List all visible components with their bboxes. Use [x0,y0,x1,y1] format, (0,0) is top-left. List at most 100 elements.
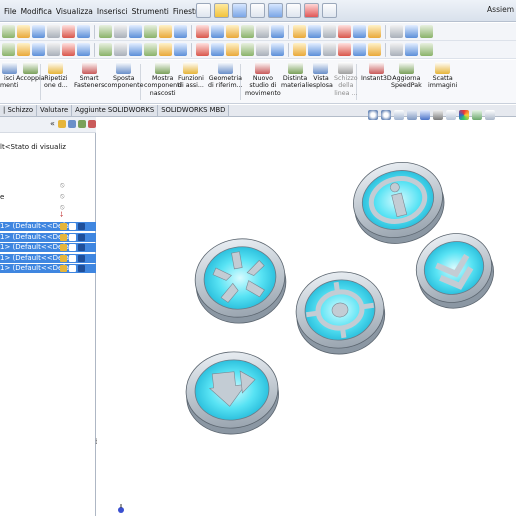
sum-icon[interactable] [32,25,45,38]
command-tab[interactable]: | Schizzo [0,105,37,116]
axis-icon[interactable] [226,43,239,56]
command-button[interactable]: Instant3D [361,62,392,82]
face-icon[interactable] [32,43,45,56]
section-view-icon[interactable] [407,110,417,120]
measure-icon[interactable] [114,25,127,38]
component-fix-icon[interactable] [69,223,76,230]
axis-icon[interactable] [390,43,403,56]
point-icon[interactable] [241,43,254,56]
menu-item[interactable]: Strumenti [130,7,171,16]
curve-icon[interactable] [353,43,366,56]
component-state-icon[interactable] [60,244,67,251]
tree-component-row[interactable]: 1> (Default<<Defa [0,222,96,231]
plane-icon[interactable] [211,43,224,56]
collapse-panel-button[interactable]: « [50,119,55,128]
component-state-icon[interactable] [60,265,67,272]
shell-icon[interactable] [129,43,142,56]
zoom-to-fit-icon[interactable] [368,110,378,120]
select-cursor-icon[interactable] [286,3,301,18]
component-link-icon[interactable] [78,233,85,241]
new-document-icon[interactable] [196,3,211,18]
property-tab-icon[interactable] [68,120,76,128]
config-tab-icon[interactable] [78,120,86,128]
component-fix-icon[interactable] [69,254,76,262]
grid-icon[interactable] [2,43,15,56]
move-icon[interactable] [308,25,321,38]
component-state-icon[interactable] [60,254,67,262]
hide-show-icon[interactable] [446,110,456,120]
eye-icon[interactable]: ⦸ [60,181,65,190]
command-button[interactable]: Schizzo della linea ... [334,62,358,97]
previous-view-icon[interactable] [394,110,404,120]
tree-component-row[interactable]: 1> (Default<<Defa [0,243,96,252]
appearance-icon[interactable] [459,110,469,120]
command-button[interactable]: Mostra componenti nascosti [144,62,181,97]
axis-icon[interactable] [62,43,75,56]
point-icon[interactable] [77,43,90,56]
graphics-area[interactable] [96,120,516,516]
menu-item[interactable]: Inserisci [95,7,130,16]
select-icon[interactable] [226,25,239,38]
component-link-icon[interactable] [78,254,85,262]
feature-tree-tab-icon[interactable] [58,120,66,128]
select-icon[interactable] [62,25,75,38]
dimension-icon[interactable] [353,25,366,38]
sum-icon[interactable] [368,25,381,38]
select-icon[interactable] [390,25,403,38]
origin-icon[interactable]: ⸸ [60,211,63,220]
curve-icon[interactable] [17,43,30,56]
command-tab[interactable]: Valutare [37,105,73,116]
pattern-icon[interactable] [144,43,157,56]
component-link-icon[interactable] [78,244,85,251]
hole-icon[interactable] [420,43,433,56]
rebuild-icon[interactable] [256,25,269,38]
move-icon[interactable] [144,25,157,38]
mate-icon[interactable] [129,25,142,38]
component-link-icon[interactable] [78,223,85,230]
options-icon[interactable] [322,3,337,18]
face-icon[interactable] [368,43,381,56]
view-settings-icon[interactable] [485,110,495,120]
tree-component-row[interactable]: 1> (Default<<Defa [0,253,96,263]
sum-icon[interactable] [196,25,209,38]
coin-info[interactable] [345,153,452,252]
grid-icon[interactable] [338,43,351,56]
component-fix-icon[interactable] [69,233,76,241]
save-icon[interactable] [232,3,247,18]
command-button[interactable]: Accoppia [16,62,45,82]
pattern-icon[interactable] [308,43,321,56]
fillet-icon[interactable] [99,43,112,56]
tree-component-row[interactable]: 1> (Default<<Defa [0,264,96,273]
box-icon[interactable] [77,25,90,38]
open-folder-icon[interactable] [214,3,229,18]
component-state-icon[interactable] [60,223,67,230]
display-tab-icon[interactable] [88,120,96,128]
component-fix-icon[interactable] [69,265,76,272]
warning-icon[interactable] [47,25,60,38]
palette-icon[interactable] [99,25,112,38]
menu-item[interactable]: Visualizza [54,7,95,16]
point-icon[interactable] [405,43,418,56]
tree-component-row[interactable]: 1> (Default<<Defa [0,232,96,242]
menu-item[interactable]: File [2,7,19,16]
coin-converge[interactable] [189,232,292,330]
component-state-icon[interactable] [60,233,67,241]
display-style-icon[interactable] [433,110,443,120]
zoom-area-icon[interactable] [381,110,391,120]
link-icon[interactable] [323,25,336,38]
tree-item-partial[interactable]: e [0,193,4,201]
coin-arrow[interactable] [182,347,282,438]
warning-icon[interactable] [211,25,224,38]
box-icon[interactable] [405,25,418,38]
palette-icon[interactable] [271,25,284,38]
command-button[interactable]: Geometria di riferim... [208,62,243,90]
rebuild-icon[interactable] [420,25,433,38]
coin-target[interactable] [291,266,390,359]
mate-icon[interactable] [293,25,306,38]
eye-icon[interactable]: ⦸ [60,192,65,201]
shell-icon[interactable] [293,43,306,56]
face-icon[interactable] [196,43,209,56]
mirror-icon[interactable] [159,43,172,56]
command-button[interactable]: Scatta immagini [428,62,457,90]
component-link-icon[interactable] [78,265,85,272]
